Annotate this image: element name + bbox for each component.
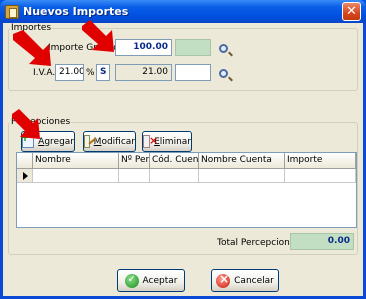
search-icon xyxy=(218,43,228,53)
table-header: Nombre Nº Per. Cód. Cuenta Nombre Cuenta… xyxy=(17,153,356,169)
importe-gravado-search-button[interactable] xyxy=(213,39,233,57)
app-icon xyxy=(5,4,19,19)
add-button-label: gregar xyxy=(44,136,74,147)
table-cell[interactable] xyxy=(199,169,285,183)
title-bar[interactable]: Nuevos Importes ✕ xyxy=(0,0,366,23)
total-percepciones-field: 0.00 xyxy=(290,233,354,250)
table-cell[interactable] xyxy=(285,169,356,183)
window-title: Nuevos Importes xyxy=(23,5,129,18)
iva-extra-input[interactable] xyxy=(175,64,211,81)
iva-code-input[interactable]: S xyxy=(96,64,110,81)
iva-rate-input[interactable]: 21.00 xyxy=(55,64,84,81)
delete-button-label: liminar xyxy=(159,136,191,147)
percepciones-table[interactable]: Nombre Nº Per. Cód. Cuenta Nombre Cuenta… xyxy=(16,152,357,228)
accept-button[interactable]: Aceptar xyxy=(117,269,185,292)
dialog-window: Nuevos Importes ✕ Importes Importe Grava… xyxy=(0,0,366,299)
iva-search-button[interactable] xyxy=(213,64,233,82)
annotation-arrow-icon xyxy=(82,20,114,52)
importe-gravado-extra-field xyxy=(175,39,211,56)
search-icon xyxy=(218,68,228,78)
table-row[interactable] xyxy=(17,169,356,183)
edit-button-text: Modificar xyxy=(94,137,135,147)
delete-button[interactable]: Eliminar xyxy=(142,131,192,152)
table-cell[interactable] xyxy=(33,169,119,183)
edit-icon xyxy=(84,135,90,148)
table-cell[interactable] xyxy=(119,169,150,183)
accept-button-label: Aceptar xyxy=(142,275,178,286)
row-indicator-header xyxy=(17,153,33,169)
column-header-importe[interactable]: Importe xyxy=(285,153,356,169)
annotation-arrow-icon xyxy=(13,30,51,66)
delete-button-text: Eliminar xyxy=(154,137,191,147)
percent-symbol: % xyxy=(86,68,95,78)
importe-gravado-input[interactable]: 100.00 xyxy=(115,39,172,56)
add-button-text: Agregar xyxy=(38,137,74,147)
column-header-nombre-cuenta[interactable]: Nombre Cuenta xyxy=(199,153,285,169)
edit-button[interactable]: Modificar xyxy=(83,131,136,152)
current-row-indicator xyxy=(17,169,33,183)
cancel-button-label: Cancelar xyxy=(234,275,274,286)
annotation-arrow-icon xyxy=(12,109,40,139)
cancel-button[interactable]: Cancelar xyxy=(211,269,279,292)
close-button[interactable]: ✕ xyxy=(342,2,361,21)
column-header-cod-cuenta[interactable]: Cód. Cuenta xyxy=(150,153,199,169)
edit-button-label: odificar xyxy=(101,136,135,147)
iva-amount-field: 21.00 xyxy=(115,64,172,81)
check-icon xyxy=(124,273,139,288)
table-cell[interactable] xyxy=(150,169,199,183)
column-header-nombre[interactable]: Nombre xyxy=(33,153,119,169)
cancel-icon xyxy=(216,272,231,288)
column-header-nro-per[interactable]: Nº Per. xyxy=(119,153,150,169)
delete-icon xyxy=(143,134,158,148)
